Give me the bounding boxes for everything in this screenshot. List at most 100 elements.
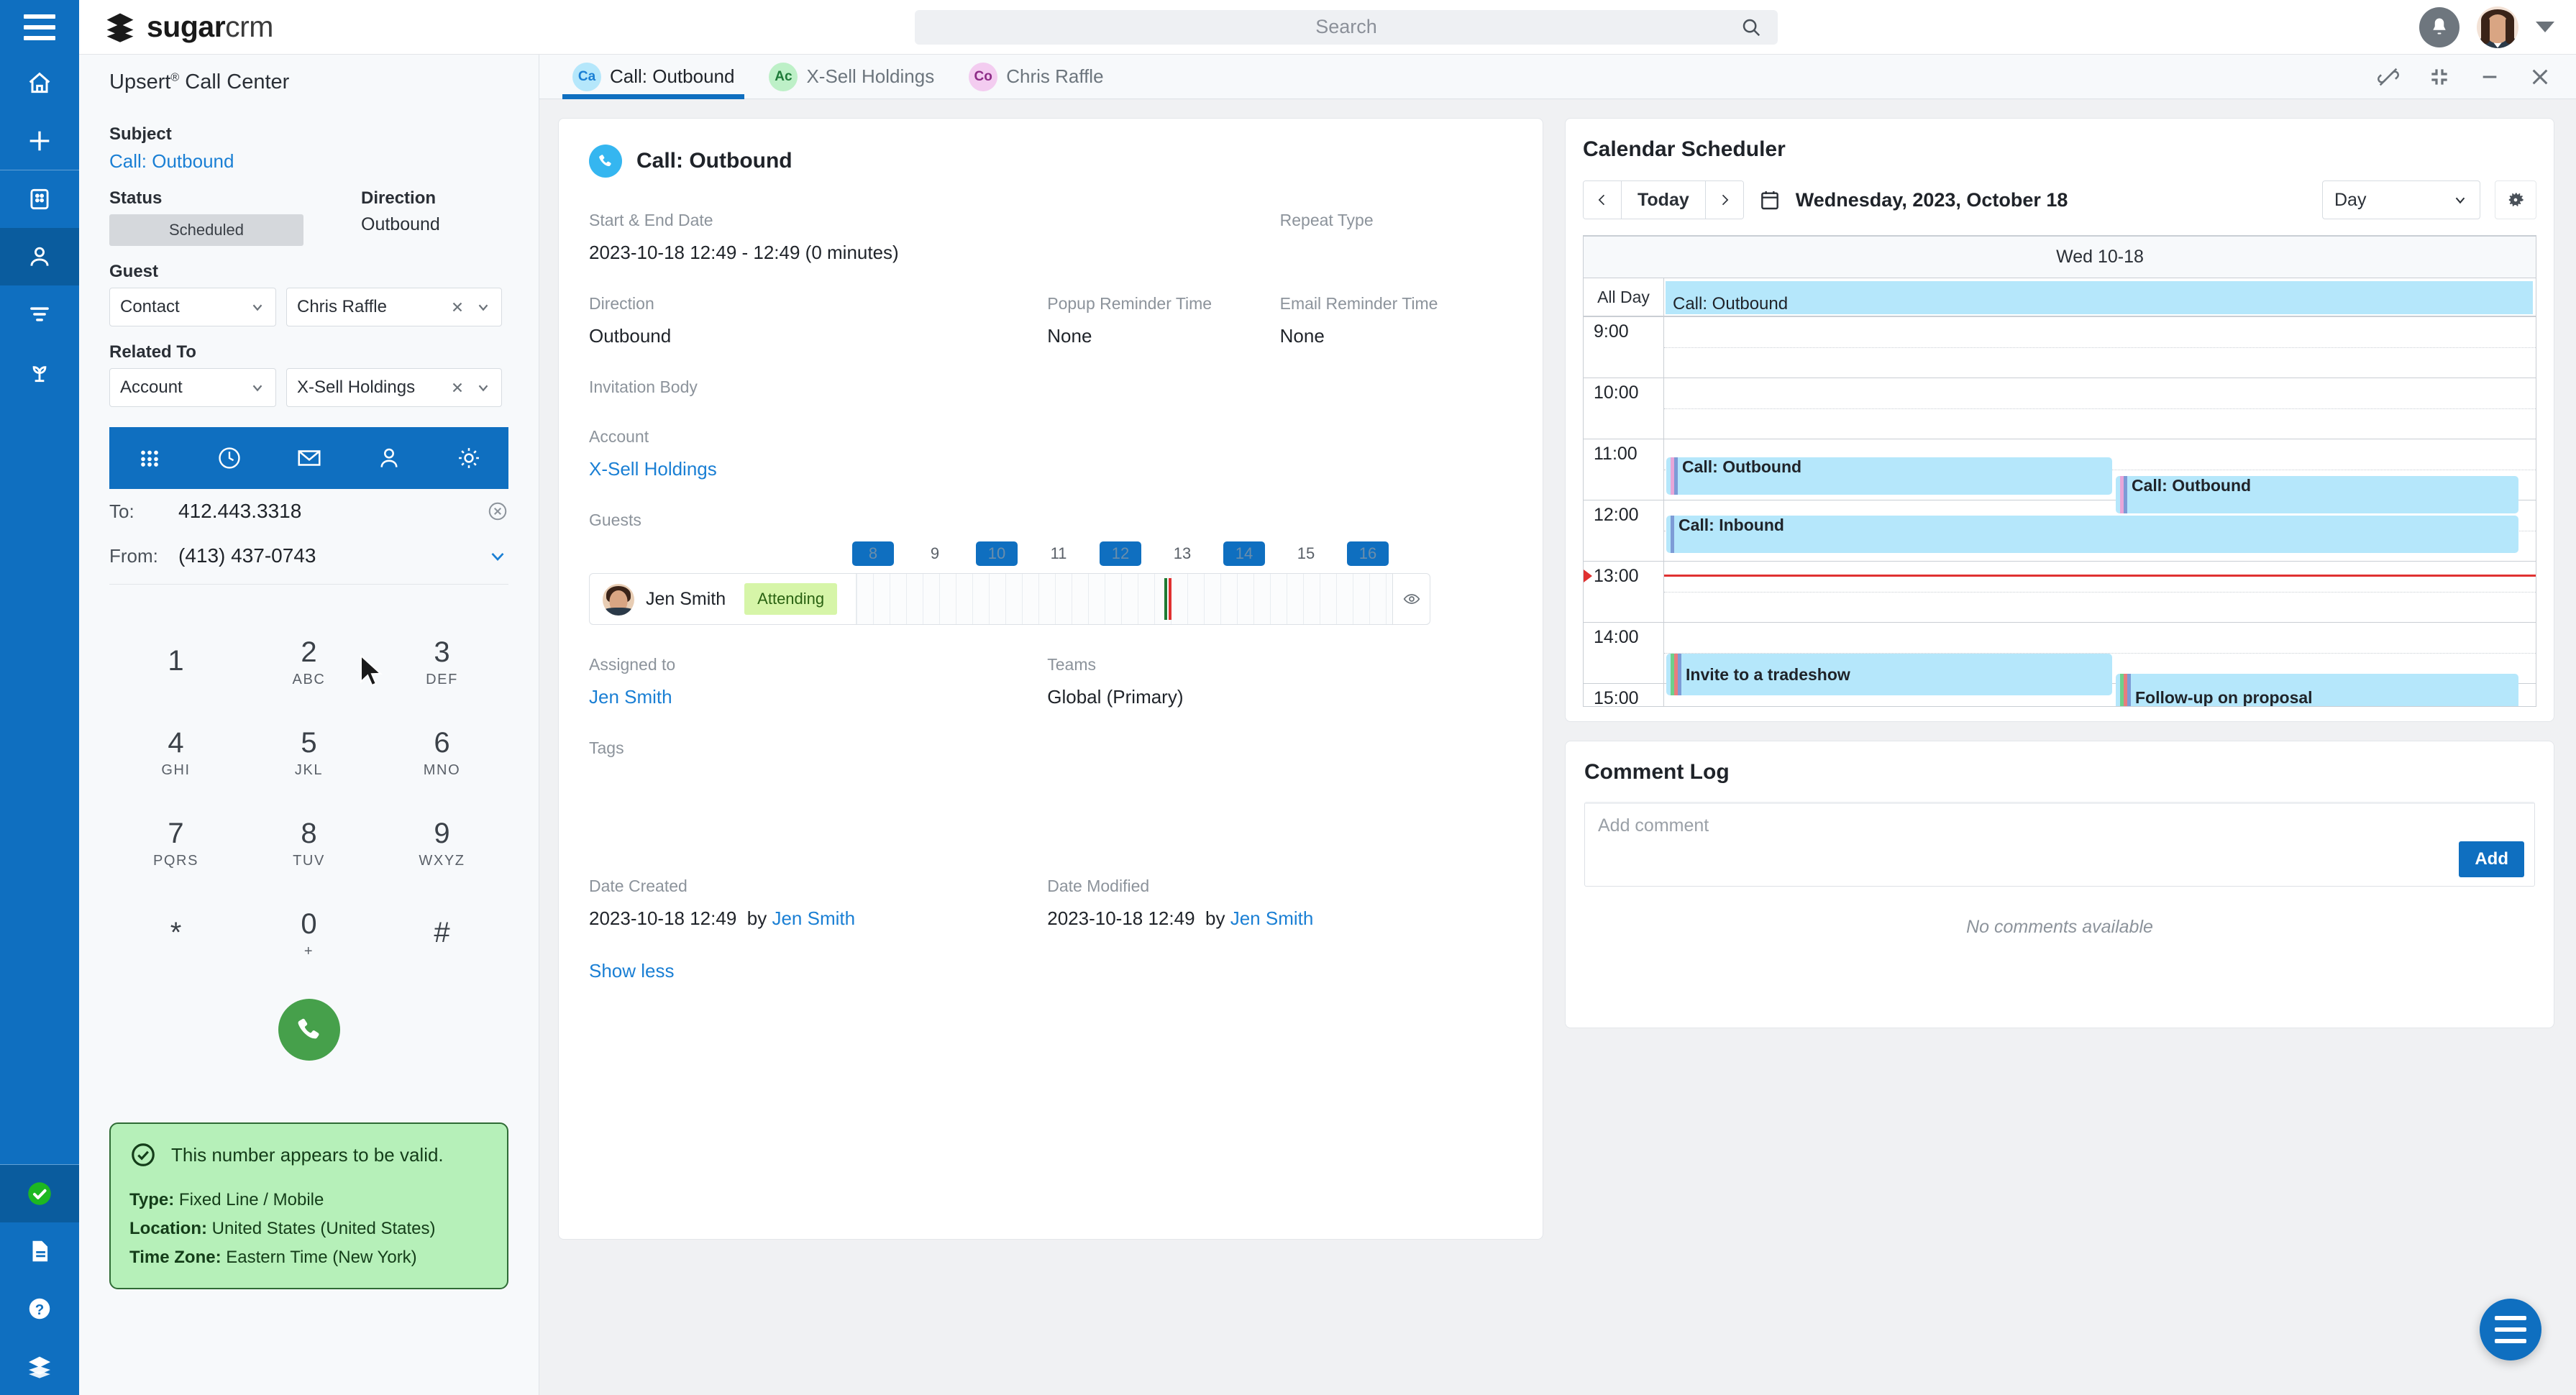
hamburger-menu-button[interactable] [0, 0, 79, 55]
prev-day-button[interactable] [1584, 181, 1621, 219]
calendar-icon[interactable] [1758, 188, 1781, 211]
sidebar-item-status[interactable] [0, 1165, 79, 1222]
next-day-button[interactable] [1705, 181, 1743, 219]
sidebar-item-contacts[interactable] [0, 228, 79, 285]
call-button[interactable] [278, 999, 340, 1061]
hour-row-9: 9:00 [1584, 317, 2536, 378]
calendar-event[interactable]: Call: Outbound [2116, 476, 2518, 513]
created-by-link[interactable]: Jen Smith [772, 907, 855, 929]
calendar-event[interactable]: Follow-up on proposal Meeting to discuss… [2116, 674, 2518, 706]
field-label: Date Created [589, 877, 1047, 896]
related-name-select[interactable]: X-Sell Holdings [286, 368, 502, 407]
view-select[interactable]: Day [2322, 180, 2480, 219]
calendar-event[interactable]: Call: Inbound [1666, 516, 2518, 553]
direction-value: Outbound [361, 214, 440, 235]
status-badge[interactable]: Scheduled [109, 214, 303, 246]
sidebar-item-opportunities[interactable] [0, 343, 79, 401]
chevron-down-icon[interactable] [475, 299, 491, 315]
menu-fab-button[interactable] [2480, 1299, 2541, 1360]
guest-name: Jen Smith [646, 574, 726, 624]
key-7[interactable]: 7PQRS [109, 799, 242, 889]
dialer-tab-history[interactable] [189, 427, 269, 489]
clock-icon [216, 444, 243, 472]
key-number: # [434, 918, 449, 947]
key-0[interactable]: 0+ [242, 889, 375, 980]
hour-row-10: 10:00 [1584, 378, 2536, 439]
avatar[interactable] [2477, 6, 2518, 48]
today-button[interactable]: Today [1621, 181, 1705, 219]
hour-slot[interactable] [1664, 317, 2536, 378]
search-input[interactable]: Search [915, 10, 1778, 45]
chevron-down-icon[interactable] [2536, 22, 2554, 32]
chevron-down-icon[interactable] [475, 380, 491, 395]
availability-hour-scale: 8 9 10 11 12 13 14 15 16 [852, 541, 1512, 566]
close-button[interactable] [2529, 65, 2552, 88]
sidebar-item-documents[interactable] [0, 1222, 79, 1280]
guest-type-select[interactable]: Contact [109, 288, 276, 326]
close-icon[interactable] [449, 380, 465, 395]
window-controls [2376, 65, 2576, 89]
dialer-tab-contacts[interactable] [349, 427, 429, 489]
tab-call-outbound[interactable]: Ca Call: Outbound [555, 55, 752, 99]
allday-event[interactable]: Call: Outbound [1666, 281, 2533, 314]
notifications-button[interactable] [2419, 7, 2459, 47]
collapse-button[interactable] [2428, 65, 2451, 88]
key-5[interactable]: 5JKL [242, 708, 375, 799]
show-less-link[interactable]: Show less [589, 960, 1512, 982]
clear-circle-icon[interactable] [487, 500, 508, 522]
validation-location-label: Location: [129, 1219, 207, 1238]
guest-visibility-button[interactable] [1392, 574, 1430, 624]
chevron-down-icon[interactable] [487, 545, 508, 567]
minimize-button[interactable] [2478, 65, 2501, 88]
availability-grid[interactable] [856, 574, 1392, 624]
calendar-event[interactable]: Call: Outbound [1666, 457, 2112, 495]
field-direction: Direction Outbound [589, 294, 1047, 347]
account-link[interactable]: X-Sell Holdings [589, 458, 1512, 480]
add-comment-button[interactable]: Add [2459, 841, 2524, 877]
key-3[interactable]: 3DEF [375, 618, 508, 708]
assigned-to-link[interactable]: Jen Smith [589, 686, 1047, 708]
calendar-event[interactable]: Invite to a tradeshow [1666, 654, 2112, 695]
close-icon [2529, 65, 2552, 88]
sidebar-item-home[interactable] [0, 55, 79, 112]
avatar [603, 584, 634, 616]
chevron-down-icon [250, 299, 265, 315]
layers-icon [25, 1352, 54, 1381]
unlink-button[interactable] [2376, 65, 2401, 89]
key-6[interactable]: 6MNO [375, 708, 508, 799]
key-4[interactable]: 4GHI [109, 708, 242, 799]
key-8[interactable]: 8TUV [242, 799, 375, 889]
scheduler-date-label: Wednesday, 2023, October 18 [1796, 189, 2068, 211]
sidebar-item-leads[interactable] [0, 285, 79, 343]
sidebar-item-create[interactable] [0, 112, 79, 170]
tab-x-sell-holdings[interactable]: Ac X-Sell Holdings [752, 55, 951, 99]
related-type-select[interactable]: Account [109, 368, 276, 407]
dialer-tab-keypad[interactable] [109, 427, 189, 489]
guests-section: Guests 8 9 10 11 12 13 14 15 16 [589, 511, 1512, 625]
allday-slot[interactable]: Call: Outbound [1664, 278, 2536, 316]
hour-slot[interactable] [1664, 562, 2536, 622]
key-hash[interactable]: # [375, 889, 508, 980]
record-header: Call: Outbound [589, 145, 1512, 178]
key-9[interactable]: 9WXYZ [375, 799, 508, 889]
tab-chris-raffle[interactable]: Co Chris Raffle [951, 55, 1120, 99]
key-2[interactable]: 2ABC [242, 618, 375, 708]
to-value[interactable]: 412.443.3318 [178, 500, 487, 523]
key-1[interactable]: 1 [109, 618, 242, 708]
key-star[interactable]: * [109, 889, 242, 980]
guest-name-select[interactable]: Chris Raffle [286, 288, 502, 326]
dialer-tab-messages[interactable] [269, 427, 349, 489]
dialer-tab-settings[interactable] [429, 427, 508, 489]
comment-input-wrap[interactable]: Add comment Add [1584, 802, 2535, 887]
validation-headline-row: This number appears to be valid. [129, 1141, 488, 1168]
sidebar-item-stack[interactable] [0, 1337, 79, 1395]
hour-slot[interactable] [1664, 378, 2536, 439]
scheduler-settings-button[interactable] [2495, 180, 2536, 219]
close-icon[interactable] [449, 299, 465, 315]
sidebar-item-accounts[interactable] [0, 170, 79, 228]
subject-value-link[interactable]: Call: Outbound [109, 150, 508, 173]
sidebar-item-help[interactable]: ? [0, 1280, 79, 1337]
brand-logo-area[interactable]: sugarcrm [79, 10, 273, 44]
modified-by-link[interactable]: Jen Smith [1230, 907, 1314, 929]
sugarcrm-logo-icon [104, 11, 137, 44]
